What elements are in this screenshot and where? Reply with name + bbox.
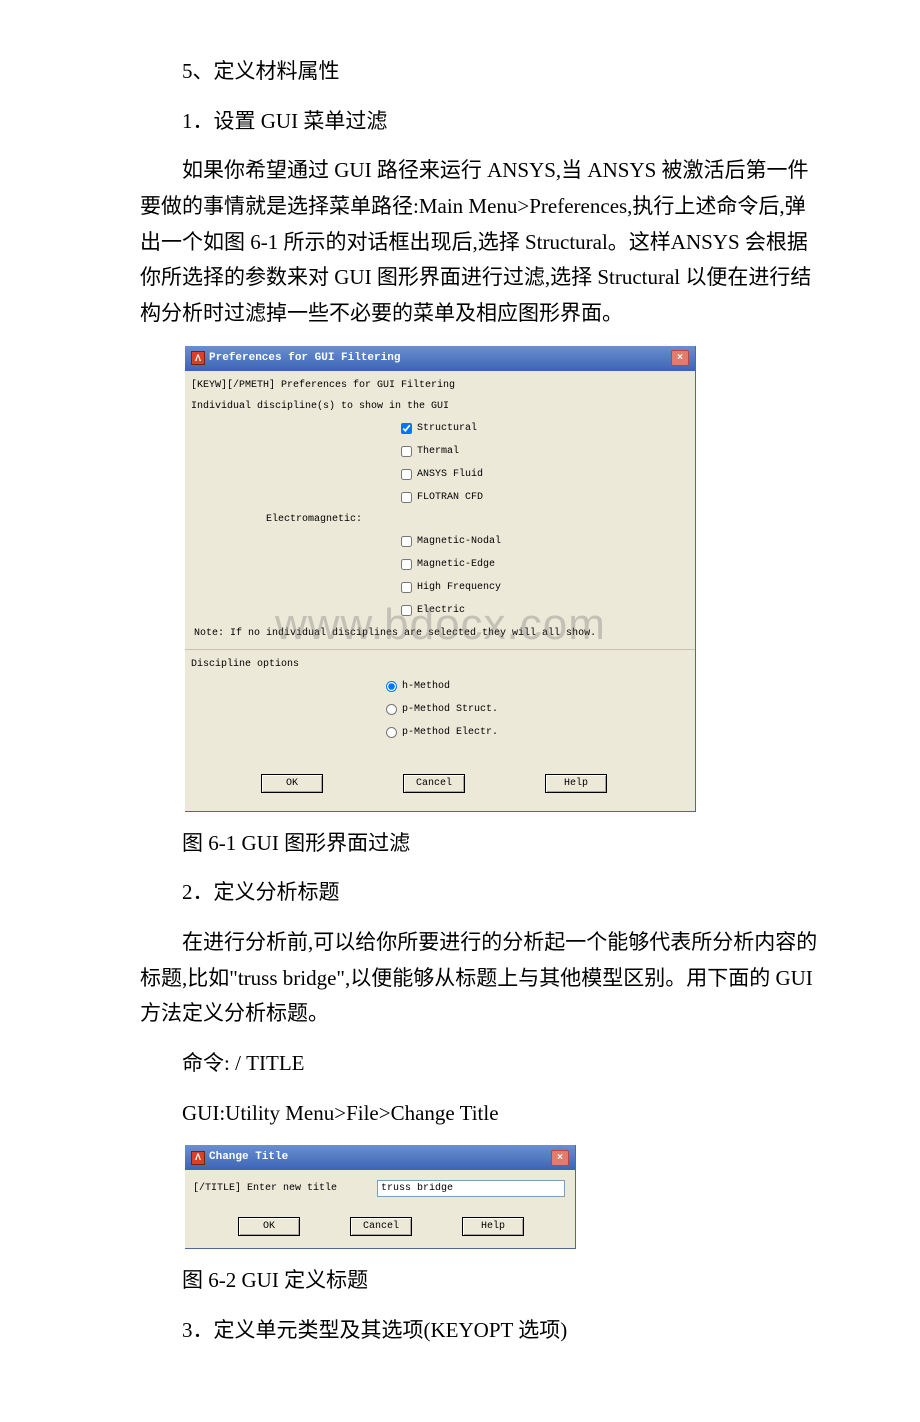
option-label: Magnetic-Edge [417, 556, 495, 573]
checkbox-magnetic-edge[interactable] [401, 559, 412, 570]
paragraph: 命令: / TITLE [140, 1046, 825, 1082]
figure-caption: 图 6-1 GUI 图形界面过滤 [140, 826, 825, 862]
cancel-button[interactable]: Cancel [350, 1217, 412, 1236]
group-label-electromagnetic: Electromagnetic: [191, 509, 689, 530]
separator [185, 649, 695, 650]
option-label: Thermal [417, 443, 459, 460]
ansys-icon: Λ [191, 1151, 205, 1165]
option-magnetic-edge[interactable]: Magnetic-Edge [191, 553, 689, 576]
ansys-icon: Λ [191, 351, 205, 365]
checkbox-thermal[interactable] [401, 446, 412, 457]
paragraph: 5、定义材料属性 [140, 54, 825, 90]
option-label: ANSYS Fluid [417, 466, 483, 483]
cancel-button[interactable]: Cancel [403, 774, 465, 793]
option-structural[interactable]: Structural [191, 417, 689, 440]
radio-p-method-struct[interactable]: p-Method Struct. [191, 698, 689, 721]
option-label: Electric [417, 602, 465, 619]
title-input[interactable] [377, 1180, 565, 1197]
preferences-dialog: Λ Preferences for GUI Filtering × [KEYW]… [185, 346, 696, 812]
paragraph: 在进行分析前,可以给你所要进行的分析起一个能够代表所分析内容的标题,比如"tru… [140, 925, 825, 1032]
title-input-row: [/TITLE] Enter new title [193, 1176, 567, 1207]
dialog-titlebar: Λ Preferences for GUI Filtering × [185, 346, 695, 371]
option-label: h-Method [402, 678, 450, 695]
dialog-title: Change Title [209, 1148, 288, 1167]
paragraph: 1．设置 GUI 菜单过滤 [140, 104, 825, 140]
dialog-titlebar: Λ Change Title × [185, 1145, 575, 1170]
figure-6-1: Λ Preferences for GUI Filtering × [KEYW]… [185, 346, 825, 812]
ok-button[interactable]: OK [238, 1217, 300, 1236]
radio-p-electr[interactable] [386, 727, 397, 738]
option-label: p-Method Struct. [402, 701, 498, 718]
help-button[interactable]: Help [462, 1217, 524, 1236]
option-label: Magnetic-Nodal [417, 533, 501, 550]
checkbox-high-frequency[interactable] [401, 582, 412, 593]
option-electric[interactable]: Electric [191, 599, 689, 622]
checkbox-flotran[interactable] [401, 492, 412, 503]
option-thermal[interactable]: Thermal [191, 440, 689, 463]
button-row: OK Cancel Help [193, 1207, 567, 1242]
checkbox-electric[interactable] [401, 605, 412, 616]
dialog-text: Individual discipline(s) to show in the … [191, 396, 689, 417]
close-icon[interactable]: × [551, 1150, 569, 1166]
paragraph: 3．定义单元类型及其选项(KEYOPT 选项) [140, 1313, 825, 1349]
option-flotran-cfd[interactable]: FLOTRAN CFD [191, 486, 689, 509]
option-label: High Frequency [417, 579, 501, 596]
dialog-title: Preferences for GUI Filtering [209, 349, 400, 368]
paragraph: 如果你希望通过 GUI 路径来运行 ANSYS,当 ANSYS 被激活后第一件要… [140, 153, 825, 331]
option-label: Structural [417, 420, 477, 437]
ok-button[interactable]: OK [261, 774, 323, 793]
document-page: 5、定义材料属性 1．设置 GUI 菜单过滤 如果你希望通过 GUI 路径来运行… [0, 0, 920, 1422]
radio-p-struct[interactable] [386, 704, 397, 715]
help-button[interactable]: Help [545, 774, 607, 793]
checkbox-magnetic-nodal[interactable] [401, 536, 412, 547]
paragraph: GUI:Utility Menu>File>Change Title [140, 1096, 825, 1132]
paragraph: 2．定义分析标题 [140, 875, 825, 911]
button-row: OK Cancel Help [191, 762, 689, 801]
group-label-discipline-options: Discipline options [191, 654, 689, 675]
option-magnetic-nodal[interactable]: Magnetic-Nodal [191, 530, 689, 553]
input-prompt: [/TITLE] Enter new title [193, 1180, 363, 1197]
option-label: FLOTRAN CFD [417, 489, 483, 506]
figure-caption: 图 6-2 GUI 定义标题 [140, 1263, 825, 1299]
change-title-dialog: Λ Change Title × [/TITLE] Enter new titl… [185, 1145, 576, 1249]
radio-h[interactable] [386, 681, 397, 692]
radio-p-method-electr[interactable]: p-Method Electr. [191, 721, 689, 744]
option-ansys-fluid[interactable]: ANSYS Fluid [191, 463, 689, 486]
close-icon[interactable]: × [671, 350, 689, 366]
radio-h-method[interactable]: h-Method [191, 675, 689, 698]
figure-6-2: Λ Change Title × [/TITLE] Enter new titl… [185, 1145, 825, 1249]
option-label: p-Method Electr. [402, 724, 498, 741]
dialog-text: [KEYW][/PMETH] Preferences for GUI Filte… [191, 375, 689, 396]
checkbox-structural[interactable] [401, 423, 412, 434]
option-high-frequency[interactable]: High Frequency [191, 576, 689, 599]
dialog-note: Note: If no individual disciplines are s… [191, 622, 689, 645]
checkbox-ansys-fluid[interactable] [401, 469, 412, 480]
